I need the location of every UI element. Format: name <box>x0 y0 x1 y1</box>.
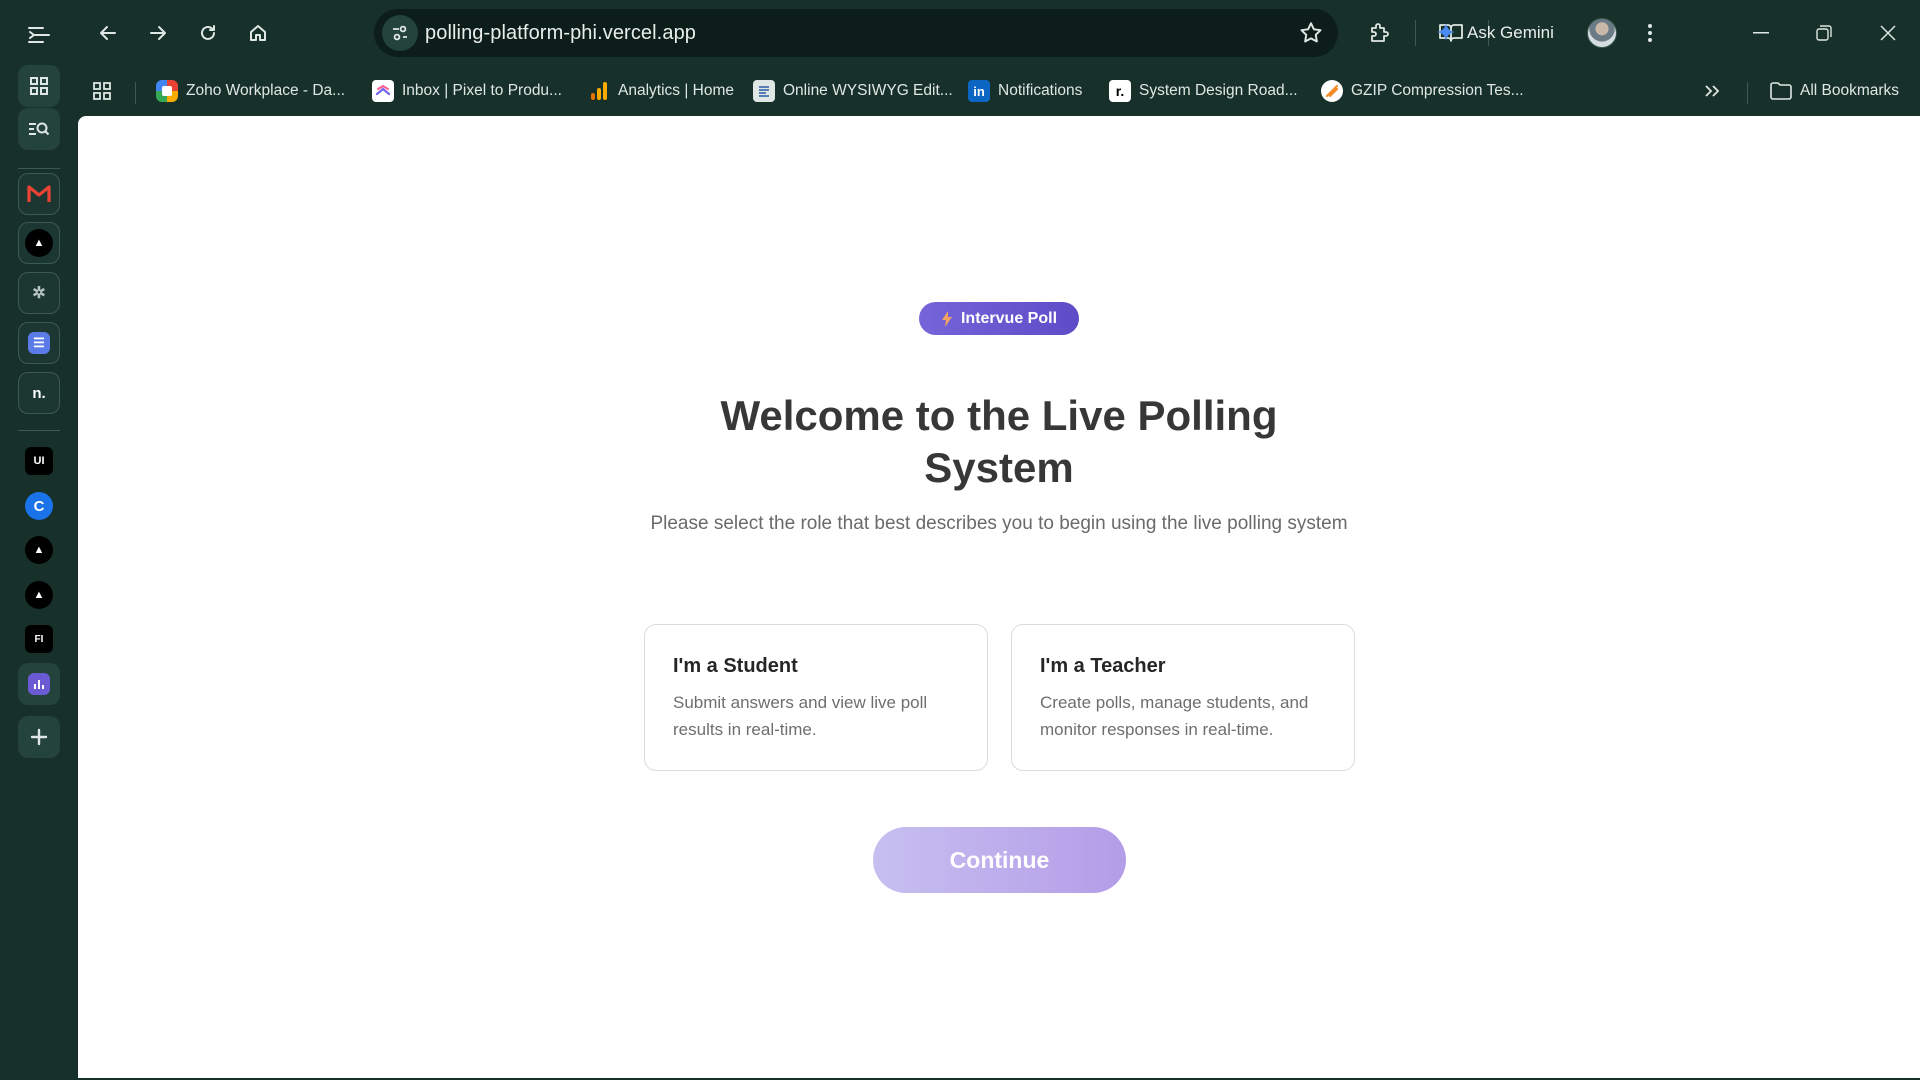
brand-badge-label: Intervue Poll <box>960 309 1058 327</box>
bookmark-clickup-inbox[interactable]: Inbox | Pixel to Produ... <box>372 78 562 104</box>
sidebar-divider <box>18 168 60 169</box>
bookmark-label: Online WYSIWYG Edit... <box>783 82 953 99</box>
bookmark-label: Analytics | Home <box>618 82 735 99</box>
role-card-teacher[interactable]: I'm a Teacher Create polls, manage stude… <box>1011 624 1355 771</box>
address-bar[interactable]: polling-platform-phi.vercel.app <box>374 9 1338 57</box>
role-card-description: Create polls, manage students, and monit… <box>1040 693 1309 739</box>
bookmark-label: System Design Road... <box>1139 82 1298 99</box>
sidebar-app-list[interactable]: ☰ <box>18 322 60 364</box>
bookmark-analytics[interactable]: Analytics | Home <box>588 78 734 104</box>
more-menu-icon[interactable] <box>1630 13 1670 53</box>
bookmark-label: Notifications <box>998 82 1083 99</box>
list-app-icon: ☰ <box>28 332 50 354</box>
ui-app-icon[interactable]: UI <box>25 447 53 475</box>
bookmark-system-design[interactable]: r. System Design Road... <box>1109 78 1298 104</box>
back-icon[interactable] <box>88 13 128 53</box>
extensions-icon[interactable] <box>1359 13 1399 53</box>
reload-icon[interactable] <box>188 13 228 53</box>
bookmark-label: Inbox | Pixel to Produ... <box>402 82 562 99</box>
ask-gemini-label: Ask Gemini <box>1467 23 1554 42</box>
sidebar-app-n[interactable]: n. <box>18 372 60 414</box>
all-bookmarks-button[interactable]: All Bookmarks <box>1770 78 1899 104</box>
bookmark-gzip[interactable]: GZIP Compression Tes... <box>1321 78 1524 104</box>
bookmark-zoho[interactable]: Zoho Workplace - Da... <box>156 78 345 104</box>
bookmark-label: GZIP Compression Tes... <box>1351 82 1524 99</box>
page-content: Intervue Poll Welcome to the Live Pollin… <box>78 116 1920 1078</box>
notion-style-app-icon: n. <box>32 384 46 402</box>
roadmap-icon: r. <box>1109 80 1131 102</box>
c-app-icon[interactable]: C <box>25 492 53 520</box>
gemini-icon <box>1437 23 1455 41</box>
page-title: Welcome to the Live Polling System <box>649 390 1349 494</box>
sidebar-divider-2 <box>18 430 60 431</box>
search-tabs-icon[interactable] <box>18 108 60 150</box>
restore-icon[interactable] <box>1801 13 1847 53</box>
toolbar-divider <box>1415 20 1416 46</box>
triangle-app-icon: ▲ <box>25 229 53 257</box>
tab-groups-icon[interactable] <box>18 65 60 107</box>
bookmark-linkedin-notifications[interactable]: in Notifications <box>968 78 1082 104</box>
sidebar-app-spark[interactable]: ✲ <box>18 272 60 314</box>
sidebar-toggle-icon[interactable] <box>18 14 60 56</box>
role-card-description: Submit answers and view live poll result… <box>673 693 928 739</box>
sidebar-app-barchart[interactable] <box>18 663 60 705</box>
document-icon <box>753 80 775 102</box>
minimize-icon[interactable] <box>1738 13 1784 53</box>
add-app-icon[interactable] <box>18 716 60 758</box>
fi-app-icon[interactable]: FI <box>25 625 53 653</box>
more-bookmarks-icon[interactable] <box>1704 78 1720 104</box>
sparkle-icon <box>941 310 952 327</box>
role-card-title: I'm a Teacher <box>1040 655 1166 677</box>
bookmark-label: Zoho Workplace - Da... <box>186 82 346 99</box>
page-subtitle: Please select the role that best describ… <box>650 513 1348 534</box>
gzip-icon <box>1321 80 1343 102</box>
bookmark-star-icon[interactable] <box>1298 20 1324 51</box>
home-icon[interactable] <box>238 13 278 53</box>
browser-toolbar: polling-platform-phi.vercel.app Ask Gemi… <box>78 0 1920 66</box>
role-card-student[interactable]: I'm a Student Submit answers and view li… <box>644 624 988 771</box>
all-bookmarks-label: All Bookmarks <box>1800 82 1900 99</box>
role-card-title: I'm a Student <box>673 655 798 677</box>
bookmarks-bar: Zoho Workplace - Da... Inbox | Pixel to … <box>78 66 1920 116</box>
triangle-app-icon-3[interactable]: ▲ <box>25 581 53 609</box>
profile-avatar[interactable] <box>1587 18 1617 48</box>
folder-icon <box>1770 82 1792 100</box>
analytics-icon <box>588 80 610 102</box>
apps-grid-icon[interactable] <box>92 78 112 104</box>
spark-app-icon: ✲ <box>32 285 46 302</box>
gmail-icon <box>27 185 51 202</box>
continue-button[interactable]: Continue <box>873 827 1126 893</box>
clickup-icon <box>372 80 394 102</box>
bookmark-wysiwyg[interactable]: Online WYSIWYG Edit... <box>753 78 953 104</box>
brand-badge: Intervue Poll <box>919 302 1079 335</box>
vertical-tab-sidebar: ▲ ✲ ☰ n. UI C ▲ ▲ FI <box>0 0 78 1080</box>
url-text: polling-platform-phi.vercel.app <box>425 22 697 44</box>
sidebar-app-triangle[interactable]: ▲ <box>18 222 60 264</box>
bar-chart-app-icon <box>28 673 50 695</box>
forward-icon[interactable] <box>138 13 178 53</box>
ask-gemini-button[interactable]: Ask Gemini <box>1435 15 1554 51</box>
bookmarks-divider <box>135 82 136 104</box>
zoho-icon <box>156 80 178 102</box>
close-window-icon[interactable] <box>1865 13 1911 53</box>
bookmarks-divider-2 <box>1747 82 1748 104</box>
sidebar-app-gmail[interactable] <box>18 173 60 215</box>
triangle-app-icon-2[interactable]: ▲ <box>25 536 53 564</box>
linkedin-icon: in <box>968 80 990 102</box>
title-prefix: Welcome to the <box>720 392 1042 439</box>
site-info-icon[interactable] <box>382 15 418 51</box>
